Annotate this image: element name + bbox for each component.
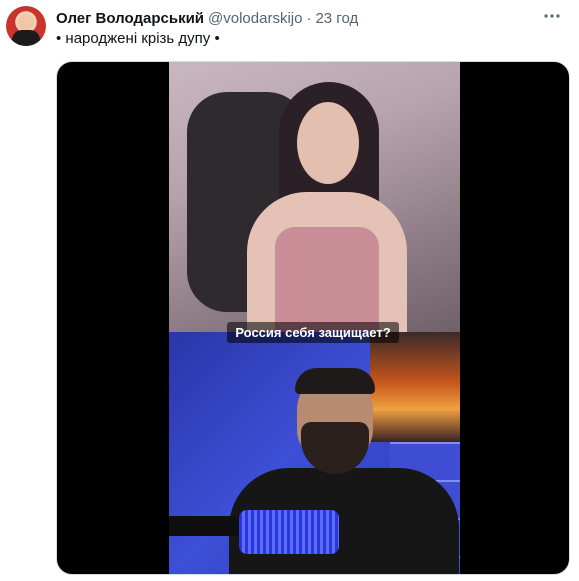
woman-top xyxy=(275,227,379,332)
avatar[interactable] xyxy=(6,6,46,46)
separator-dot: · xyxy=(306,9,312,27)
timestamp[interactable]: 23 год xyxy=(315,10,358,27)
user-handle[interactable]: @volodarskijo xyxy=(208,10,302,27)
tweet-text: • народжені крізь дупу • xyxy=(56,30,220,47)
video-top-frame xyxy=(169,62,460,332)
avatar-suit xyxy=(12,30,40,46)
display-name[interactable]: Олег Володарський xyxy=(56,10,204,27)
caption-text: Россия себя защищает? xyxy=(227,322,399,343)
man-hair xyxy=(295,368,375,394)
video-bottom-frame xyxy=(169,332,460,574)
tweet-video[interactable]: Россия себя защищает? xyxy=(56,61,570,575)
video-caption: Россия себя защищает? xyxy=(57,322,569,343)
microphone xyxy=(239,510,339,554)
fireplace xyxy=(370,332,460,442)
tweet-header: Олег Володарський @volodarskijo · 23 год xyxy=(56,8,539,28)
woman-head xyxy=(297,102,359,184)
more-horizontal-icon[interactable] xyxy=(541,8,563,24)
mic-arm xyxy=(169,516,249,536)
man-beard xyxy=(301,422,369,474)
